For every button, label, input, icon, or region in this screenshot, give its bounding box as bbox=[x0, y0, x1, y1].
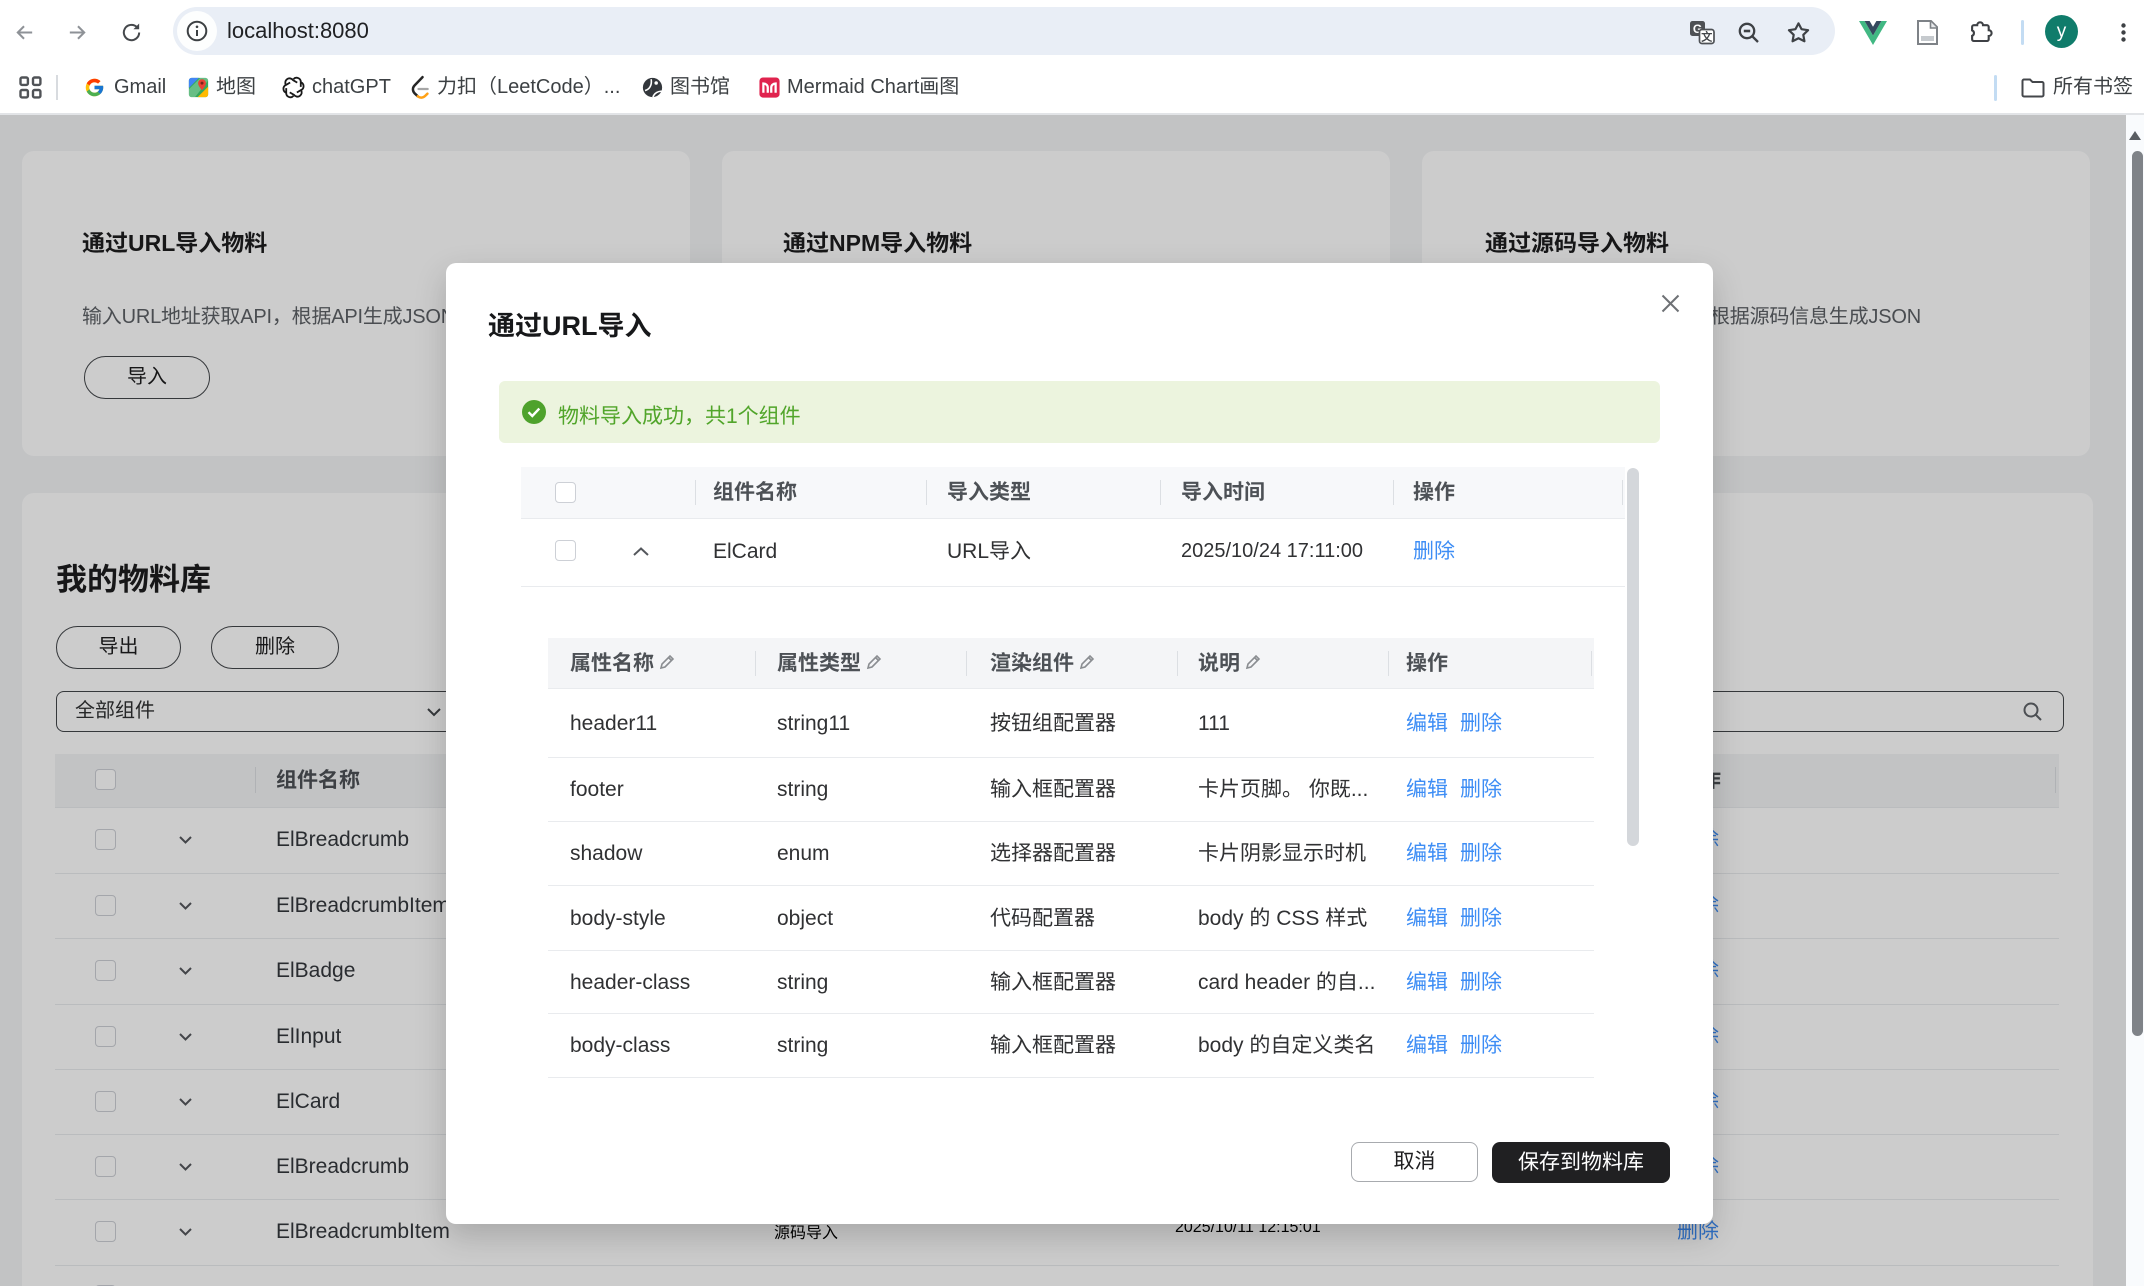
svg-text:文: 文 bbox=[1701, 30, 1713, 44]
